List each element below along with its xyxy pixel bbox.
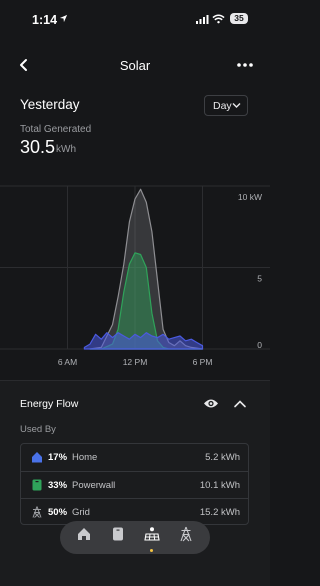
y-tick-label: 5 [257, 274, 262, 284]
powerwall-tab-icon [113, 527, 123, 541]
tab-home[interactable] [72, 526, 96, 548]
total-generated-label: Total Generated [20, 124, 92, 135]
period-title: Yesterday [20, 97, 80, 112]
active-tab-indicator [150, 549, 153, 552]
x-tick-label: 6 AM [58, 357, 77, 367]
tab-grid[interactable] [174, 526, 198, 548]
y-tick-label: 0 [257, 340, 262, 350]
energy-flow-title: Energy Flow [20, 398, 79, 410]
home-tab-icon [78, 528, 90, 540]
solar-tab-icon [144, 527, 160, 541]
tab-solar[interactable] [140, 526, 164, 548]
grid-tab-icon [180, 526, 192, 542]
powerwall-icon [32, 479, 42, 491]
tab-powerwall[interactable] [106, 526, 130, 548]
usage-name: Grid [72, 507, 90, 518]
location-arrow-icon [59, 14, 68, 23]
total-generated-unit: kWh [56, 144, 76, 155]
period-dropdown-value: Day [213, 100, 232, 112]
more-dots-icon [237, 63, 253, 67]
wifi-icon [212, 14, 225, 24]
usage-percent: 50% [48, 507, 68, 518]
grid-tower-icon [32, 506, 42, 518]
collapse-button[interactable] [233, 397, 247, 409]
usage-value: 15.2 kWh [199, 507, 240, 518]
bottom-tab-bar [60, 521, 210, 554]
y-tick-label: 10 kW [238, 192, 262, 202]
used-by-table: 17% Home 5.2 kWh 33% Powerwall 10.1 kWh … [20, 443, 249, 525]
solar-power-chart[interactable]: 10 kW 5 0 6 AM 12 PM 6 PM [0, 175, 270, 375]
usage-percent: 17% [48, 452, 68, 463]
status-bar: 1:14 35 [0, 0, 270, 40]
usage-name: Home [72, 452, 98, 463]
grid-series [83, 332, 204, 350]
more-options-button[interactable] [234, 55, 256, 75]
usage-name: Powerwall [72, 480, 116, 491]
used-by-label: Used By [20, 424, 56, 435]
eye-icon [204, 399, 218, 408]
chevron-down-icon [232, 103, 241, 108]
total-generated-value: 30.5 [20, 137, 56, 157]
visibility-toggle-button[interactable] [203, 397, 219, 410]
battery-indicator: 35 [230, 13, 248, 24]
x-tick-label: 12 PM [123, 357, 148, 367]
usage-percent: 33% [48, 480, 68, 491]
page-title: Solar [119, 58, 151, 73]
usage-value: 10.1 kWh [199, 480, 240, 491]
x-tick-label: 6 PM [193, 357, 213, 367]
status-time: 1:14 [32, 13, 58, 27]
usage-row-powerwall[interactable]: 33% Powerwall 10.1 kWh [21, 471, 248, 499]
cellular-signal-icon [196, 15, 209, 24]
usage-value: 5.2 kWh [205, 452, 240, 463]
period-dropdown[interactable]: Day [204, 95, 248, 116]
home-icon [32, 452, 42, 463]
nav-header: Solar [0, 52, 270, 80]
chevron-up-icon [234, 400, 246, 408]
usage-row-home[interactable]: 17% Home 5.2 kWh [21, 444, 248, 471]
